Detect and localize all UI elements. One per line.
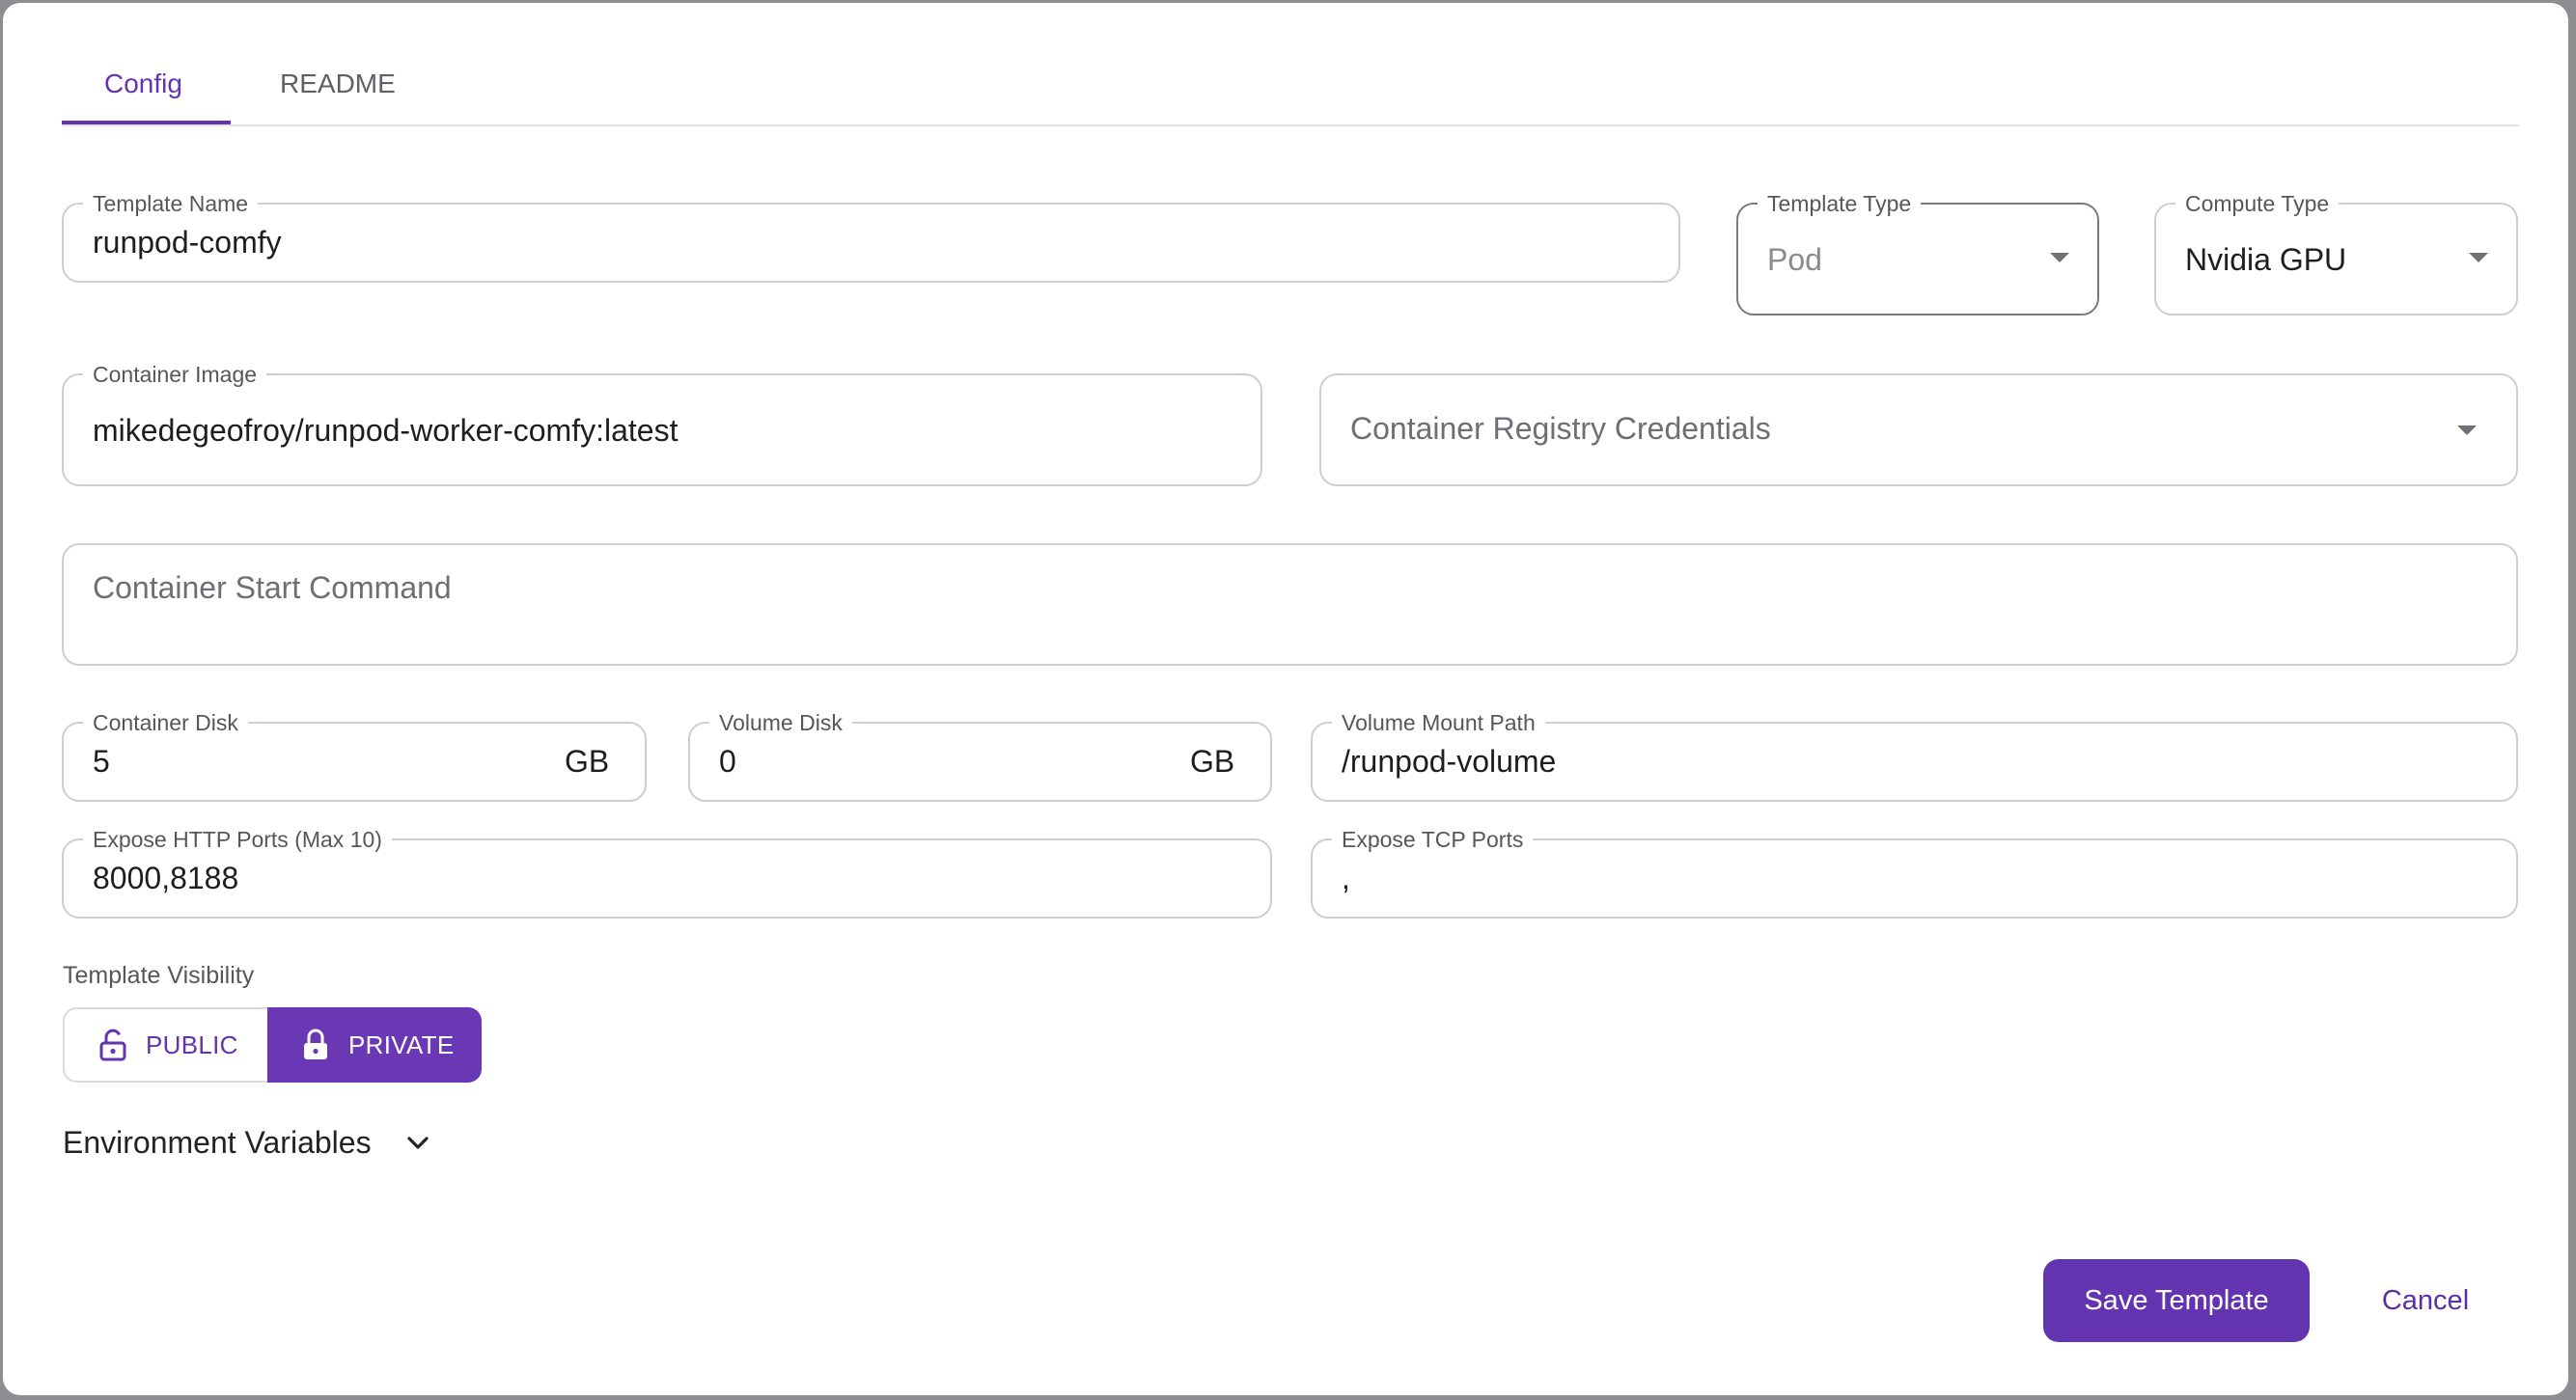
- volume-mount-path-value: /runpod-volume: [1342, 744, 1557, 779]
- registry-credentials-placeholder: Container Registry Credentials: [1350, 411, 1771, 446]
- volume-disk-value: 0: [719, 744, 736, 779]
- tcp-ports-label: Expose TCP Ports: [1332, 827, 1534, 852]
- visibility-private-label: PRIVATE: [348, 1029, 455, 1059]
- compute-type-label: Compute Type: [2175, 191, 2340, 216]
- cancel-button[interactable]: Cancel: [2358, 1259, 2493, 1342]
- http-ports-field[interactable]: Expose HTTP Ports (Max 10) 8000,8188: [62, 827, 1272, 919]
- edit-template-dialog: Config README Template Name runpod-comfy…: [3, 3, 2568, 1395]
- volume-mount-path-field[interactable]: Volume Mount Path /runpod-volume: [1311, 710, 2518, 802]
- volume-disk-unit: GB: [1190, 744, 1235, 779]
- container-disk-unit: GB: [565, 744, 610, 779]
- chevron-down-icon: [2469, 253, 2488, 262]
- container-disk-field[interactable]: Container Disk 5 GB: [62, 710, 647, 802]
- tab-divider: [62, 124, 2519, 126]
- volume-disk-label: Volume Disk: [709, 710, 852, 735]
- start-command-field[interactable]: Container Start Command: [62, 543, 2518, 666]
- visibility-label: Template Visibility: [63, 962, 255, 989]
- save-template-button[interactable]: Save Template: [2043, 1259, 2310, 1342]
- compute-type-select[interactable]: Compute Type Nvidia GPU: [2154, 191, 2518, 316]
- visibility-private-button[interactable]: PRIVATE: [267, 1007, 482, 1083]
- visibility-public-button[interactable]: PUBLIC: [63, 1007, 267, 1083]
- http-ports-value: 8000,8188: [93, 861, 239, 895]
- container-image-field[interactable]: Container Image mikedegeofroy/runpod-wor…: [62, 362, 1262, 486]
- container-image-value: mikedegeofroy/runpod-worker-comfy:latest: [93, 413, 679, 448]
- lock-icon: [302, 1029, 329, 1061]
- container-disk-value: 5: [93, 744, 110, 779]
- template-type-label: Template Type: [1758, 191, 1922, 216]
- volume-mount-path-label: Volume Mount Path: [1332, 710, 1545, 735]
- environment-variables-toggle[interactable]: Environment Variables: [63, 1125, 429, 1161]
- chevron-down-icon: [2457, 425, 2477, 435]
- template-name-label: Template Name: [83, 191, 259, 216]
- volume-disk-field[interactable]: Volume Disk 0 GB: [688, 710, 1272, 802]
- chevron-down-icon: [406, 1136, 429, 1151]
- environment-variables-label: Environment Variables: [63, 1125, 372, 1160]
- tcp-ports-value: ,: [1342, 861, 1350, 895]
- template-type-value: Pod: [1767, 242, 1822, 277]
- template-type-select[interactable]: Template Type Pod: [1736, 191, 2099, 316]
- tcp-ports-field[interactable]: Expose TCP Ports ,: [1311, 827, 2518, 919]
- container-image-label: Container Image: [83, 362, 267, 387]
- container-disk-label: Container Disk: [83, 710, 248, 735]
- http-ports-label: Expose HTTP Ports (Max 10): [83, 827, 392, 852]
- start-command-placeholder: Container Start Command: [93, 570, 452, 605]
- visibility-public-label: PUBLIC: [146, 1029, 238, 1059]
- template-name-value: runpod-comfy: [93, 225, 282, 260]
- tab-readme[interactable]: README: [280, 69, 396, 99]
- template-name-field[interactable]: Template Name runpod-comfy: [62, 191, 1680, 283]
- tab-config[interactable]: Config: [104, 69, 182, 99]
- registry-credentials-select[interactable]: Container Registry Credentials: [1319, 373, 2518, 486]
- chevron-down-icon: [2050, 253, 2069, 262]
- lock-open-icon: [99, 1029, 126, 1061]
- compute-type-value: Nvidia GPU: [2185, 242, 2347, 277]
